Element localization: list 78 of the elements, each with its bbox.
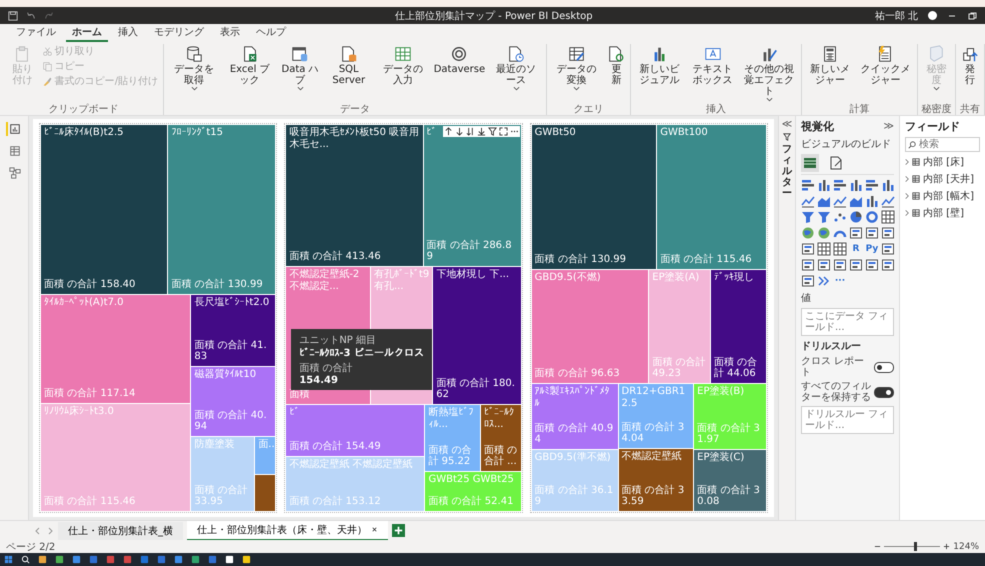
tile-label: ﾋﾞﾆｰﾙｸﾛｽ... [484, 407, 515, 432]
pane-title: 視覚化 [801, 119, 834, 134]
tooltip-value: ﾋﾞﾆｰﾙｸﾛｽ-3 ビニールクロス [299, 347, 424, 359]
filters-label: フィルター [782, 144, 792, 199]
tile-label: ﾋﾞ [426, 127, 437, 139]
toggle-label: クロス レポート [801, 356, 866, 378]
group-label: 挿入 [705, 104, 728, 115]
tile-label: EP塗装(B) [697, 386, 744, 398]
tile-total: 面積 の合計 33.95 [194, 485, 249, 507]
tile-total: 面積 の合計 130.99 [534, 254, 626, 265]
tile-label: EP塗装(C) [697, 452, 744, 464]
tile-total: 面積 の合計 40.94 [194, 410, 268, 432]
tile-total: 面積 の合計 413.46 [289, 250, 381, 262]
tile-label: DR12+GBR12.5 [622, 386, 686, 410]
tile-total: 面積 の合計 117.14 [44, 388, 136, 399]
tile-total: 面積 の合計 286.89 [426, 240, 513, 262]
window-title: 仕上部位別集計マップ - Power BI Desktop [395, 10, 593, 22]
section-label: ドリルスルー [801, 340, 862, 353]
tile-label: 磁器質ﾀｲﾙt10 [194, 369, 256, 382]
group-label: クエリ [572, 104, 605, 115]
tile-total: 面積 の合計 96.63 [534, 368, 620, 380]
group-label: クリップボード [48, 104, 120, 115]
tile-total: 面積 の合計 154.49 [289, 440, 381, 452]
tile-total: 面積 の合計 40.94 [534, 423, 614, 446]
tile-total: 面積 の合計 95.22 [428, 444, 473, 467]
tile-total: 面積 の合計 36.19 [534, 484, 614, 507]
tile-label: ﾋﾞ [289, 407, 300, 420]
tile-label: ﾃﾞｯｷ現し [714, 272, 754, 284]
page-indicator: ページ 2/2 [6, 540, 56, 554]
tile-total: 面積 の合計 44.06 [714, 357, 758, 380]
tile-total: 面積 の合計 153.12 [289, 496, 381, 507]
tile-total: 面積 の合計 49.23 [652, 357, 706, 380]
tile-label: EP塗装(A) [652, 272, 700, 284]
tile-label: GWBt25 GWBt25 [428, 474, 514, 486]
tile-label: 吸音用木毛ｾﾒﾝﾄ板t50 吸音用木毛セ... [289, 127, 420, 151]
toggle-label: すべてのフィルターを保持する [801, 381, 871, 403]
tile-label: GBD9.5(不燃) [534, 272, 601, 284]
tile-total: 面積 の合計 31.97 [697, 423, 761, 446]
tile-total: 面積 の合計 ... [484, 444, 518, 467]
tile-label: GWBt100 [660, 127, 708, 139]
tile-total: 面積 の合計 115.46 [44, 496, 136, 508]
tooltip-label: ユニットNP 細目 [299, 334, 376, 347]
tile-total: 面積 の合計 30.08 [697, 484, 761, 507]
tile-label: 不燃認定壁紙 [622, 450, 682, 463]
tile-total: 面積 の合計 33.59 [622, 484, 686, 507]
group-label: 秘密度 [920, 104, 952, 115]
tile-label: 有孔ﾎﾞｰﾄﾞt9 有孔... [374, 268, 430, 293]
tile-label: ﾋﾞﾆﾙ床ﾀｲﾙ(B)t2.5 [44, 127, 124, 139]
tooltip-value: 154.49 [299, 375, 338, 386]
tile-label: 下地材現し 下... [436, 268, 510, 281]
section-label: ビジュアルのビルド [801, 138, 892, 151]
tile-label: GWBt50 [534, 127, 576, 139]
tile-label: GBD9.5(準不燃) [534, 452, 611, 464]
tile-total: 面積 の合計 158.40 [44, 279, 136, 290]
tile-total: 面積 の合計 41.83 [194, 340, 268, 362]
tile-label: 不燃認定壁紙-2 不燃認定... [289, 268, 360, 293]
tile-label: 断熱塩ﾋﾞﾌｨﾙ... [428, 407, 474, 432]
tile-total: 面積 の合計 52.41 [428, 496, 514, 507]
group-label: データ [339, 104, 372, 115]
tile-total: 面積 の合計 130.99 [171, 279, 263, 290]
tile-label: 防塵塗装 [194, 439, 234, 452]
tile-total: 面積 の合計 180.62 [436, 378, 516, 400]
tile-label: ﾘﾉﾘｳﾑ床ｼｰﾄt3.0 [44, 406, 114, 418]
tile-label: 不燃認定壁紙 不燃認定壁紙 [289, 458, 413, 471]
tile-label: ｱﾙﾐ製ｴｷｽﾊﾟﾝﾄﾞﾒﾀﾙ [534, 386, 611, 410]
tooltip-label: 面積 の合計 [299, 362, 353, 375]
tile-label: 長尺塩ﾋﾞｼｰﾄt2.0 [194, 297, 270, 310]
section-label: 値 [801, 292, 812, 305]
group-label: 計算 [848, 104, 870, 115]
zoom-level: 124% [953, 542, 979, 552]
tile-total: 面積 の合計 115.46 [660, 254, 752, 265]
tile-label: ﾌﾛｰﾘﾝｸﾞt15 [171, 127, 223, 139]
group-label: 共有 [958, 104, 981, 115]
tile-total: 面積 の合計 34.04 [622, 422, 686, 444]
pane-title: フィールド [905, 119, 961, 134]
tile-total: 面積 [289, 389, 310, 400]
tile-label: ﾀｲﾙｶｰﾍﾟｯﾄ(A)t7.0 [44, 297, 124, 310]
tile-total: 面... [258, 439, 276, 450]
